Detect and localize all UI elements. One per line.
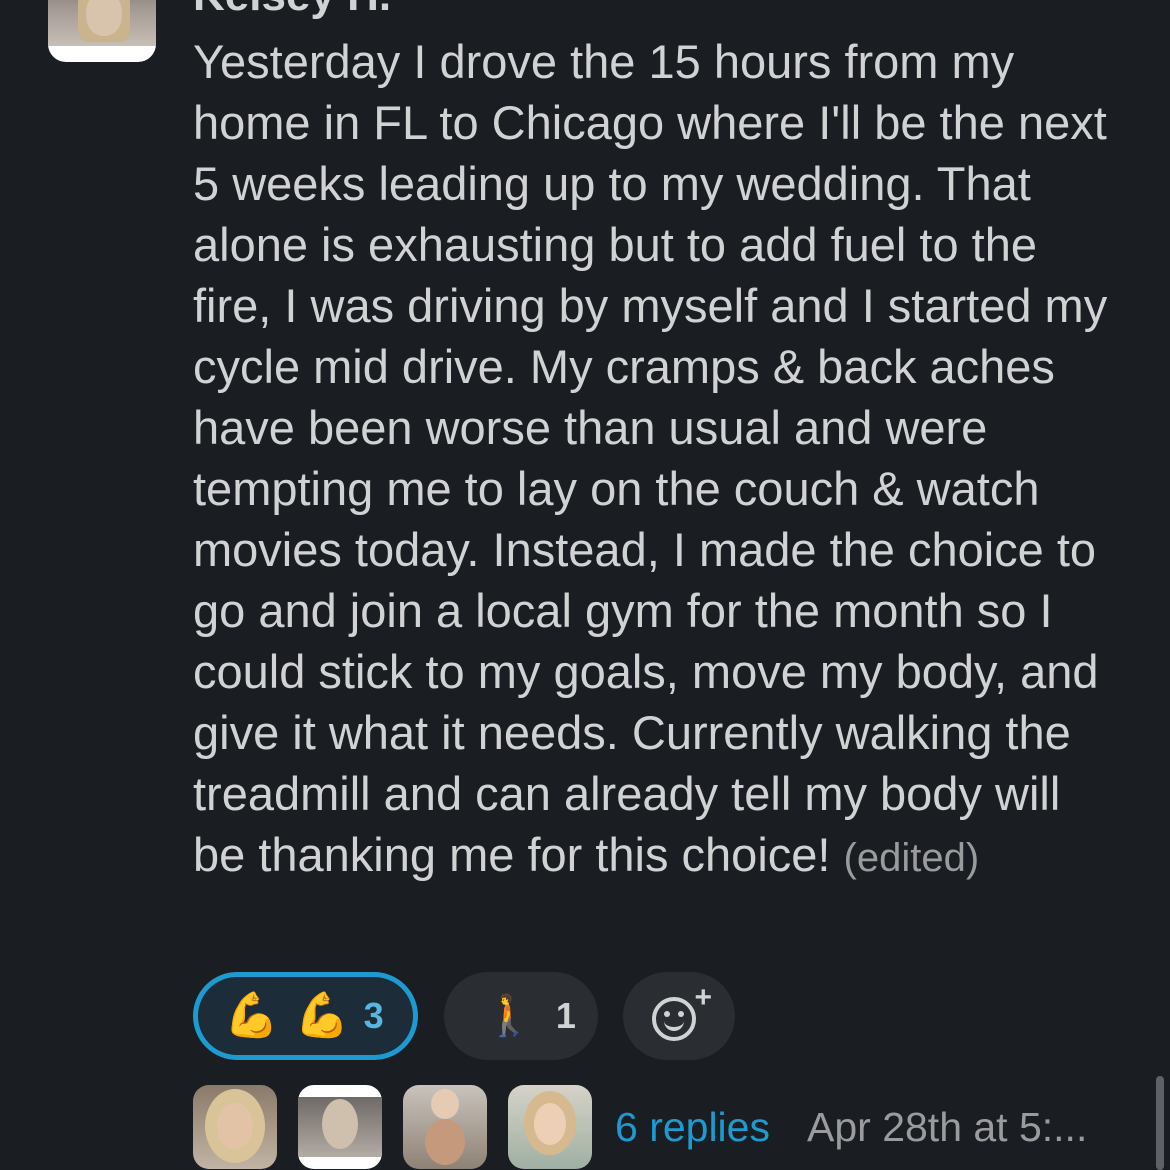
- reaction-person-walking[interactable]: 🚶 1: [444, 972, 598, 1060]
- reaction-count: 1: [555, 995, 576, 1036]
- message-text: Yesterday I drove the 15 hours from my h…: [193, 35, 1108, 881]
- reaction-count: 3: [363, 995, 384, 1036]
- replier-avatar: [193, 1085, 277, 1169]
- add-reaction-button[interactable]: +: [623, 972, 735, 1060]
- flexed-biceps-icon: 💪: [224, 990, 279, 1041]
- replier-avatar: [298, 1085, 382, 1169]
- message-body: Yesterday I drove the 15 hours from my h…: [193, 31, 1123, 889]
- edited-label: (edited): [843, 836, 980, 880]
- scrollbar[interactable]: [1156, 1076, 1164, 1170]
- author-avatar[interactable]: [48, 0, 156, 62]
- thread-timestamp: Apr 28th at 5:...: [807, 1104, 1088, 1150]
- reaction-flexed-biceps[interactable]: 💪 💪 3: [193, 972, 418, 1060]
- author-name[interactable]: Kelsey H.: [193, 0, 391, 18]
- replier-avatar: [508, 1085, 592, 1169]
- replies-link[interactable]: 6 replies: [615, 1103, 770, 1151]
- flexed-biceps-icon: 💪: [294, 990, 350, 1041]
- thread-summary[interactable]: 6 replies Apr 28th at 5:...: [193, 1085, 1153, 1169]
- avatar-face: [86, 0, 122, 36]
- replier-avatar: [403, 1085, 487, 1169]
- add-reaction-icon: +: [652, 983, 712, 1043]
- person-walking-icon: 🚶: [484, 993, 534, 1039]
